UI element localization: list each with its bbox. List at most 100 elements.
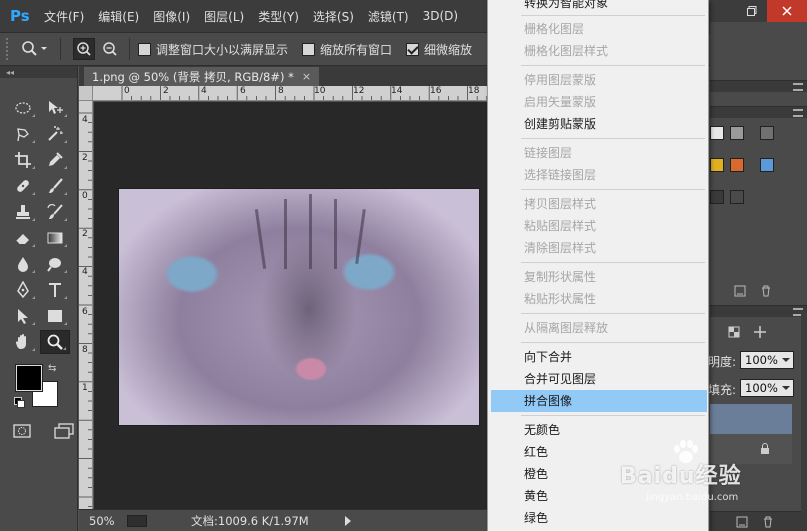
zoom-tool[interactable] (40, 330, 70, 354)
path-selection-tool[interactable] (8, 304, 38, 328)
chevron-down-icon[interactable] (782, 386, 790, 390)
menu-item-create-clipping-mask[interactable]: 创建剪贴蒙版 (491, 113, 707, 135)
zoom-all-windows-checkbox[interactable] (302, 42, 316, 56)
menu-item-copy-layer-style[interactable]: 拷贝图层样式 (491, 193, 707, 215)
eyedropper-tool[interactable] (40, 148, 70, 172)
menu-item-select-linked-layers[interactable]: 选择链接图层 (491, 164, 707, 186)
zoom-level[interactable]: 50% (89, 514, 121, 528)
menu-3d[interactable]: 3D(D) (423, 9, 458, 23)
canvas-area[interactable] (94, 102, 491, 509)
style-swatch[interactable] (760, 126, 774, 140)
dodge-icon (47, 258, 61, 272)
swap-colors-icon[interactable]: ⇆ (48, 363, 56, 374)
menu-item-no-color[interactable]: 无颜色 (491, 419, 707, 441)
screen-mode-button[interactable] (52, 422, 76, 440)
scrubby-zoom-checkbox[interactable] (406, 42, 420, 56)
scrubby-zoom-option[interactable]: 细微缩放 (406, 41, 472, 58)
style-swatch[interactable] (730, 158, 744, 172)
resize-windows-option[interactable]: 调整窗口大小以满屏显示 (138, 41, 288, 58)
panel-menu-icon[interactable] (793, 109, 803, 117)
status-menu-arrow-icon[interactable] (344, 515, 351, 526)
menu-layer[interactable]: 图层(L) (204, 8, 244, 25)
pen-tool[interactable] (8, 278, 38, 302)
resize-windows-checkbox[interactable] (138, 42, 151, 56)
zoom-out-button[interactable] (99, 38, 121, 60)
cat-photo[interactable] (118, 188, 480, 426)
menu-item-convert-to-smart-object[interactable]: 转换为智能对象 (491, 0, 707, 14)
fill-field[interactable]: 100% (740, 379, 794, 397)
style-swatch[interactable] (710, 126, 724, 140)
style-swatch[interactable] (730, 190, 744, 204)
eraser-icon (15, 234, 29, 245)
trash-icon[interactable] (760, 285, 772, 297)
menu-item-paste-shape-attributes[interactable]: 粘贴形状属性 (491, 288, 707, 310)
menu-image[interactable]: 图像(I) (153, 8, 190, 25)
eraser-tool[interactable] (8, 226, 38, 250)
quick-mask-button[interactable] (10, 422, 34, 440)
menu-item-rasterize-layer[interactable]: 栅格化图层 (491, 18, 707, 40)
close-window-button[interactable] (767, 0, 807, 22)
blur-tool[interactable] (8, 252, 38, 276)
new-style-icon[interactable] (734, 285, 746, 297)
menu-type[interactable]: 类型(Y) (258, 8, 299, 25)
document-tab[interactable]: 1.png @ 50% (背景 拷贝, RGB/8#) * × (84, 67, 320, 86)
tools-panel-header[interactable]: ◂◂ (0, 66, 77, 78)
options-grip[interactable] (6, 38, 12, 60)
lock-transparency-icon[interactable] (728, 326, 740, 338)
panel-scrollbar[interactable] (801, 312, 807, 512)
horizontal-ruler[interactable]: 0 2 4 6 8 10 12 14 16 18 (93, 86, 491, 101)
healing-brush-tool[interactable] (8, 174, 38, 198)
move-tool[interactable] (40, 96, 70, 120)
ruler-corner[interactable] (79, 86, 93, 101)
style-swatch[interactable] (760, 158, 774, 172)
tab-close-icon[interactable]: × (302, 70, 311, 83)
menu-item-enable-vector-mask[interactable]: 启用矢量蒙版 (491, 91, 707, 113)
brush-tool[interactable] (40, 174, 70, 198)
ruler-h-label: 4 (201, 86, 207, 96)
history-brush-tool[interactable] (40, 200, 70, 224)
menu-edit[interactable]: 编辑(E) (98, 8, 139, 25)
clone-stamp-tool[interactable] (8, 200, 38, 224)
style-swatch[interactable] (710, 190, 724, 204)
dodge-tool[interactable] (40, 252, 70, 276)
marquee-tool[interactable] (8, 96, 38, 120)
style-swatch[interactable] (730, 126, 744, 140)
ruler-h-label: 2 (163, 86, 169, 96)
type-tool[interactable] (40, 278, 70, 302)
panel-menu-icon[interactable] (793, 83, 803, 91)
magic-wand-tool[interactable] (40, 122, 70, 146)
menu-item-release-from-isolation[interactable]: 从隔离图层释放 (491, 317, 707, 339)
zoom-all-windows-option[interactable]: 缩放所有窗口 (302, 41, 392, 58)
menu-item-clear-layer-style[interactable]: 清除图层样式 (491, 237, 707, 259)
foreground-color-swatch[interactable] (15, 364, 43, 392)
menu-item-copy-shape-attributes[interactable]: 复制形状属性 (491, 266, 707, 288)
tool-preset-picker[interactable] (16, 36, 52, 62)
menu-item-link-layers[interactable]: 链接图层 (491, 142, 707, 164)
menu-item-flatten-image[interactable]: 拼合图像 (491, 390, 707, 412)
opacity-field[interactable]: 100% (740, 351, 794, 369)
gradient-tool[interactable] (40, 226, 70, 250)
zoom-in-button[interactable] (73, 38, 95, 60)
restore-icon (747, 6, 757, 16)
menu-item-merge-visible[interactable]: 合并可见图层 (491, 368, 707, 390)
menu-item-paste-layer-style[interactable]: 粘贴图层样式 (491, 215, 707, 237)
panel-header (710, 80, 807, 92)
default-colors-icon[interactable] (14, 397, 25, 408)
menu-file[interactable]: 文件(F) (44, 8, 84, 25)
menu-item-merge-down[interactable]: 向下合并 (491, 346, 707, 368)
status-icon[interactable] (127, 514, 147, 527)
menu-item-rasterize-layer-style[interactable]: 栅格化图层样式 (491, 40, 707, 62)
menu-filter[interactable]: 滤镜(T) (368, 8, 409, 25)
restore-button[interactable] (737, 0, 767, 22)
lock-move-icon[interactable] (754, 326, 766, 338)
chevron-down-icon[interactable] (782, 358, 790, 362)
hand-tool[interactable] (8, 330, 38, 354)
vertical-ruler[interactable]: 4 2 0 2 4 6 8 1 (79, 101, 93, 509)
menu-item-disable-layer-mask[interactable]: 停用图层蒙版 (491, 69, 707, 91)
style-swatch[interactable] (710, 158, 724, 172)
menu-select[interactable]: 选择(S) (313, 8, 354, 25)
layer-row-selected[interactable] (710, 404, 792, 434)
rectangle-tool[interactable] (40, 304, 70, 328)
crop-tool[interactable] (8, 148, 38, 172)
lasso-tool[interactable] (8, 122, 38, 146)
